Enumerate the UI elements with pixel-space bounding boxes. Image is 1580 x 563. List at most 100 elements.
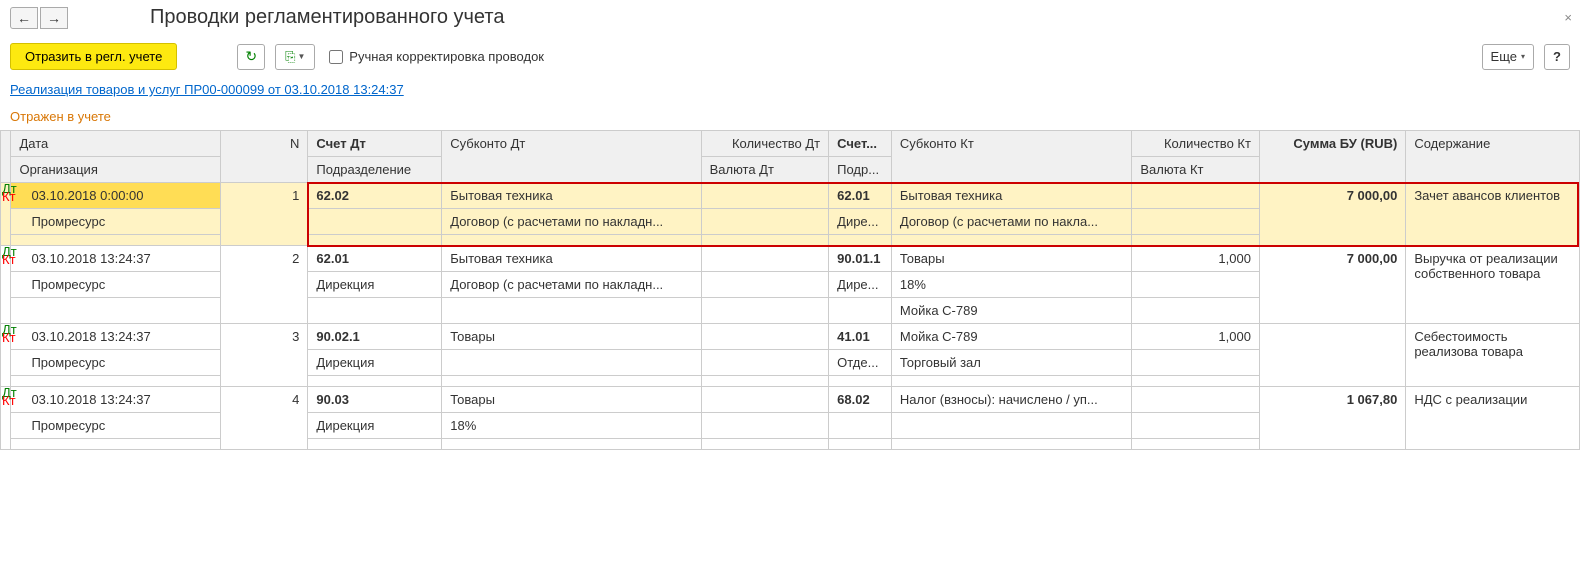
cell-date[interactable]: 03.10.2018 0:00:00	[11, 183, 220, 209]
cell-qty-dt[interactable]	[701, 387, 829, 413]
cell-empty[interactable]	[308, 376, 442, 387]
cell-currency-dt[interactable]	[701, 272, 829, 298]
cell-content[interactable]: Зачет авансов клиентов	[1406, 183, 1580, 246]
cell-empty[interactable]	[829, 376, 892, 387]
th-org[interactable]: Организация	[11, 157, 220, 183]
cell-sub-kt[interactable]: Мойка С-789	[891, 324, 1132, 350]
cell-qty-dt[interactable]	[701, 324, 829, 350]
cell-date[interactable]: 03.10.2018 13:24:37	[11, 387, 220, 413]
cell-division[interactable]	[308, 209, 442, 235]
th-division[interactable]: Подразделение	[308, 157, 442, 183]
cell-sum[interactable]: 1 067,80	[1259, 387, 1405, 450]
cell-sub-kt-2[interactable]: 18%	[891, 272, 1132, 298]
cell-n[interactable]: 4	[220, 387, 308, 450]
cell-empty[interactable]	[11, 376, 220, 387]
th-acc-kt[interactable]: Счет...	[829, 131, 892, 157]
manual-correction-checkbox[interactable]	[329, 50, 343, 64]
th-currency-kt[interactable]: Валюта Кт	[1132, 157, 1260, 183]
th-content[interactable]: Содержание	[1406, 131, 1580, 183]
cell-org[interactable]: Промресурс	[11, 350, 220, 376]
cell-sub-dt[interactable]: Товары	[442, 324, 701, 350]
cell-n[interactable]: 1	[220, 183, 308, 246]
th-date[interactable]: Дата	[11, 131, 220, 157]
cell-org[interactable]: Промресурс	[11, 272, 220, 298]
cell-empty[interactable]	[1132, 298, 1260, 324]
table-row[interactable]: ДтКт 03.10.2018 13:24:37 4 90.03 Товары …	[1, 387, 1580, 413]
cell-sub-kt[interactable]: Налог (взносы): начислено / уп...	[891, 387, 1132, 413]
more-button[interactable]: Еще ▾	[1482, 44, 1534, 70]
cell-currency-kt[interactable]	[1132, 350, 1260, 376]
cell-acc-dt[interactable]: 62.01	[308, 246, 442, 272]
cell-division[interactable]: Дирекция	[308, 272, 442, 298]
cell-empty[interactable]	[11, 298, 220, 324]
cell-qty-kt[interactable]	[1132, 183, 1260, 209]
th-qty-kt[interactable]: Количество Кт	[1132, 131, 1260, 157]
cell-acc-kt[interactable]: 41.01	[829, 324, 892, 350]
cell-sum[interactable]	[1259, 324, 1405, 387]
cell-empty[interactable]	[11, 439, 220, 450]
th-division-kt[interactable]: Подр...	[829, 157, 892, 183]
cell-sub-kt-3[interactable]	[891, 376, 1132, 387]
th-currency-dt[interactable]: Валюта Дт	[701, 157, 829, 183]
cell-qty-kt[interactable]: 1,000	[1132, 324, 1260, 350]
cell-empty[interactable]	[701, 376, 829, 387]
cell-acc-kt[interactable]: 68.02	[829, 387, 892, 413]
th-qty-dt[interactable]: Количество Дт	[701, 131, 829, 157]
cell-sub-kt-2[interactable]	[891, 413, 1132, 439]
nav-forward-button[interactable]: →	[40, 7, 68, 29]
cell-sub-dt-2[interactable]: Договор (с расчетами по накладн...	[442, 209, 701, 235]
cell-sub-dt-3[interactable]	[442, 439, 701, 450]
cell-n[interactable]: 3	[220, 324, 308, 387]
cell-div-kt[interactable]: Дире...	[829, 272, 892, 298]
cell-empty[interactable]	[1132, 439, 1260, 450]
refresh-button[interactable]: ↻	[237, 44, 265, 70]
cell-empty[interactable]	[11, 235, 220, 246]
cell-org[interactable]: Промресурс	[11, 209, 220, 235]
cell-acc-dt[interactable]: 62.02	[308, 183, 442, 209]
cell-sub-kt-3[interactable]	[891, 235, 1132, 246]
cell-empty[interactable]	[829, 439, 892, 450]
cell-division[interactable]: Дирекция	[308, 350, 442, 376]
table-row[interactable]: ДтКт 03.10.2018 13:24:37 2 62.01 Бытовая…	[1, 246, 1580, 272]
th-sum[interactable]: Сумма БУ (RUB)	[1259, 131, 1405, 183]
cell-empty[interactable]	[701, 439, 829, 450]
cell-sub-kt-2[interactable]: Торговый зал	[891, 350, 1132, 376]
cell-div-kt[interactable]: Отде...	[829, 350, 892, 376]
cell-sub-kt[interactable]: Товары	[891, 246, 1132, 272]
cell-qty-dt[interactable]	[701, 246, 829, 272]
cell-sub-kt-3[interactable]: Мойка С-789	[891, 298, 1132, 324]
cell-sub-dt-2[interactable]: 18%	[442, 413, 701, 439]
cell-qty-kt[interactable]	[1132, 387, 1260, 413]
copy-dropdown-button[interactable]: ⎘▼	[275, 44, 315, 70]
cell-sub-dt-2[interactable]	[442, 350, 701, 376]
cell-date[interactable]: 03.10.2018 13:24:37	[11, 246, 220, 272]
cell-content[interactable]: НДС с реализации	[1406, 387, 1580, 450]
cell-sub-dt-2[interactable]: Договор (с расчетами по накладн...	[442, 272, 701, 298]
th-sub-dt[interactable]: Субконто Дт	[442, 131, 701, 183]
cell-currency-kt[interactable]	[1132, 413, 1260, 439]
close-icon[interactable]: ×	[1564, 10, 1572, 25]
cell-empty[interactable]	[308, 235, 442, 246]
cell-sub-kt[interactable]: Бытовая техника	[891, 183, 1132, 209]
cell-empty[interactable]	[1132, 235, 1260, 246]
th-acc-dt[interactable]: Счет Дт	[308, 131, 442, 157]
cell-acc-dt[interactable]: 90.03	[308, 387, 442, 413]
cell-sub-dt[interactable]: Бытовая техника	[442, 183, 701, 209]
cell-sum[interactable]: 7 000,00	[1259, 183, 1405, 246]
cell-content[interactable]: Себестоимость реализова товара	[1406, 324, 1580, 387]
cell-qty-dt[interactable]	[701, 183, 829, 209]
cell-currency-dt[interactable]	[701, 350, 829, 376]
cell-sub-dt[interactable]: Товары	[442, 387, 701, 413]
cell-acc-dt[interactable]: 90.02.1	[308, 324, 442, 350]
th-n[interactable]: N	[220, 131, 308, 183]
cell-div-kt[interactable]: Дире...	[829, 209, 892, 235]
table-row[interactable]: ДтКт 03.10.2018 0:00:00 1 62.02 Бытовая …	[1, 183, 1580, 209]
cell-sub-kt-3[interactable]	[891, 439, 1132, 450]
cell-currency-dt[interactable]	[701, 413, 829, 439]
help-button[interactable]: ?	[1544, 44, 1570, 70]
cell-currency-kt[interactable]	[1132, 272, 1260, 298]
th-sub-kt[interactable]: Субконто Кт	[891, 131, 1132, 183]
cell-acc-kt[interactable]: 62.01	[829, 183, 892, 209]
cell-sub-dt-3[interactable]	[442, 376, 701, 387]
table-row[interactable]: ДтКт 03.10.2018 13:24:37 3 90.02.1 Товар…	[1, 324, 1580, 350]
